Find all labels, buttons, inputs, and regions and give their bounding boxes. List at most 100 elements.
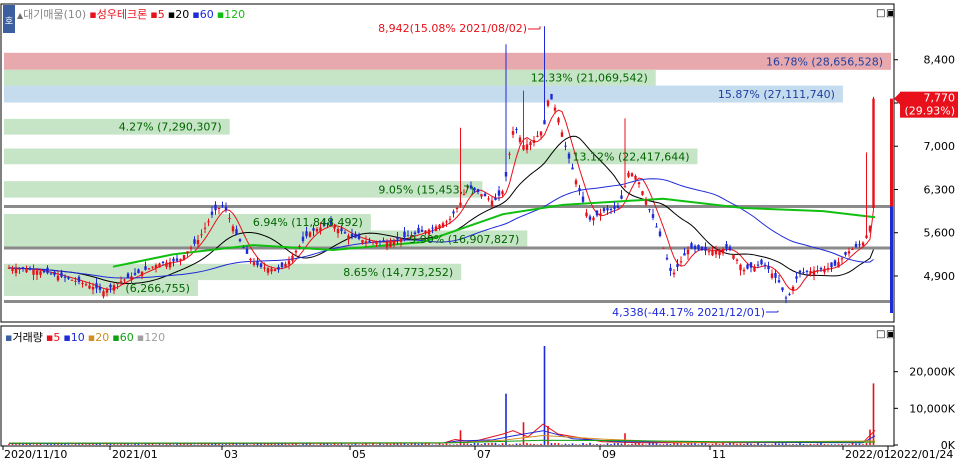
volume-profile-label: 13.12% (22,417,644) <box>573 150 690 163</box>
candle-body <box>238 239 242 242</box>
volume-bar <box>687 443 689 445</box>
candle-body <box>532 140 536 143</box>
volume-bar <box>291 443 294 445</box>
candle-body <box>585 212 588 217</box>
candle-body <box>553 107 557 111</box>
candle-body <box>508 153 511 155</box>
candle-body <box>686 249 690 255</box>
candle-body <box>770 273 774 278</box>
candle-body <box>385 241 389 248</box>
volume-bar <box>673 442 675 445</box>
candle-body <box>536 135 539 137</box>
candle-body <box>273 269 277 272</box>
candle-body <box>637 182 641 185</box>
candle-body <box>301 236 305 242</box>
candle-body <box>46 267 49 274</box>
volume-bar <box>669 444 672 445</box>
candle-body <box>693 245 697 250</box>
volume-profile-label: (6,266,755) <box>125 282 190 295</box>
volume-bar <box>715 443 717 445</box>
candle-body <box>357 234 361 239</box>
volume-profile-label: 9.90% (16,907,827) <box>409 233 519 246</box>
candle-body <box>599 213 602 216</box>
volume-bar <box>473 442 476 445</box>
candle-body <box>739 264 742 271</box>
window-restore-icon[interactable]: □ <box>876 8 885 19</box>
volume-bar <box>491 442 493 445</box>
candle-body <box>676 264 679 267</box>
volume-bar <box>732 443 735 445</box>
candle-body <box>851 249 854 251</box>
volume-bar <box>788 444 791 445</box>
volume-bar <box>221 444 224 445</box>
candle-body <box>270 268 273 272</box>
volume-window-restore-icon[interactable]: □ <box>876 329 885 340</box>
candle-body <box>749 262 753 268</box>
volume-bar <box>410 443 413 445</box>
candle-body <box>546 100 550 106</box>
candle-body <box>389 241 392 248</box>
volume-y-axis: 20,000K10,000K0K <box>894 366 956 452</box>
candle-body <box>245 248 249 254</box>
volume-bar <box>116 444 119 445</box>
candle-body <box>812 270 816 276</box>
candle-body <box>298 245 301 247</box>
x-tick-label: 05 <box>352 448 366 461</box>
candle-body <box>147 268 151 270</box>
candle-body <box>480 194 483 197</box>
candle-body <box>175 258 179 261</box>
candle-body <box>760 259 763 265</box>
candle-body <box>399 238 403 242</box>
volume-bar <box>809 443 812 445</box>
price-tick-label: 4,900 <box>924 270 956 283</box>
volume-bar <box>43 444 45 445</box>
candle-body <box>497 190 501 196</box>
volume-bar <box>781 443 784 445</box>
volume-bar <box>543 346 546 445</box>
volume-profile-label: 15.87% (27,111,740) <box>718 88 835 101</box>
volume-bar <box>442 444 444 445</box>
candle-body <box>224 206 228 210</box>
candle-body <box>833 260 837 266</box>
volume-bar <box>683 444 686 445</box>
volume-bar <box>851 442 854 445</box>
candle-body <box>249 258 252 261</box>
candle-body <box>18 268 21 270</box>
candle-body <box>788 294 791 296</box>
volume-bar <box>624 433 626 445</box>
volume-bar <box>449 444 451 445</box>
candle-body <box>798 270 802 273</box>
volume-bar <box>536 444 539 445</box>
candle-body <box>515 129 518 131</box>
candle-body <box>88 285 91 289</box>
candle-body <box>651 214 655 218</box>
volume-bar <box>858 443 861 445</box>
volume-window-maximize-icon[interactable]: ▣ <box>886 329 895 340</box>
candle-body <box>662 247 665 249</box>
candle-body <box>634 175 637 180</box>
candle-body <box>452 211 455 214</box>
volume-bar <box>78 444 80 445</box>
candle-body <box>112 285 116 291</box>
stock-chart: 16.78% (28,656,528) 15.87% (27,111,740) 12… <box>0 0 959 461</box>
x-tick-label: 2022/01 <box>845 448 891 461</box>
volume-bar <box>557 443 560 445</box>
candle-body <box>627 172 630 177</box>
volume-bar <box>869 429 871 445</box>
candle-body <box>578 188 581 192</box>
window-maximize-icon[interactable]: ▣ <box>886 8 895 19</box>
volume-bar <box>729 442 731 445</box>
volume-bar <box>480 444 483 445</box>
candle-body <box>392 240 396 246</box>
volume-bar <box>606 443 609 445</box>
volume-bar <box>456 444 458 445</box>
legend-ma60: 60 <box>200 8 214 21</box>
volume-bar <box>302 443 304 445</box>
candle-body <box>49 273 53 275</box>
candle-body <box>592 217 595 221</box>
volume-bar <box>844 444 847 445</box>
candle-body <box>550 93 553 100</box>
volume-bar <box>739 443 742 445</box>
candle-body <box>291 255 294 261</box>
candle-body <box>658 231 662 237</box>
